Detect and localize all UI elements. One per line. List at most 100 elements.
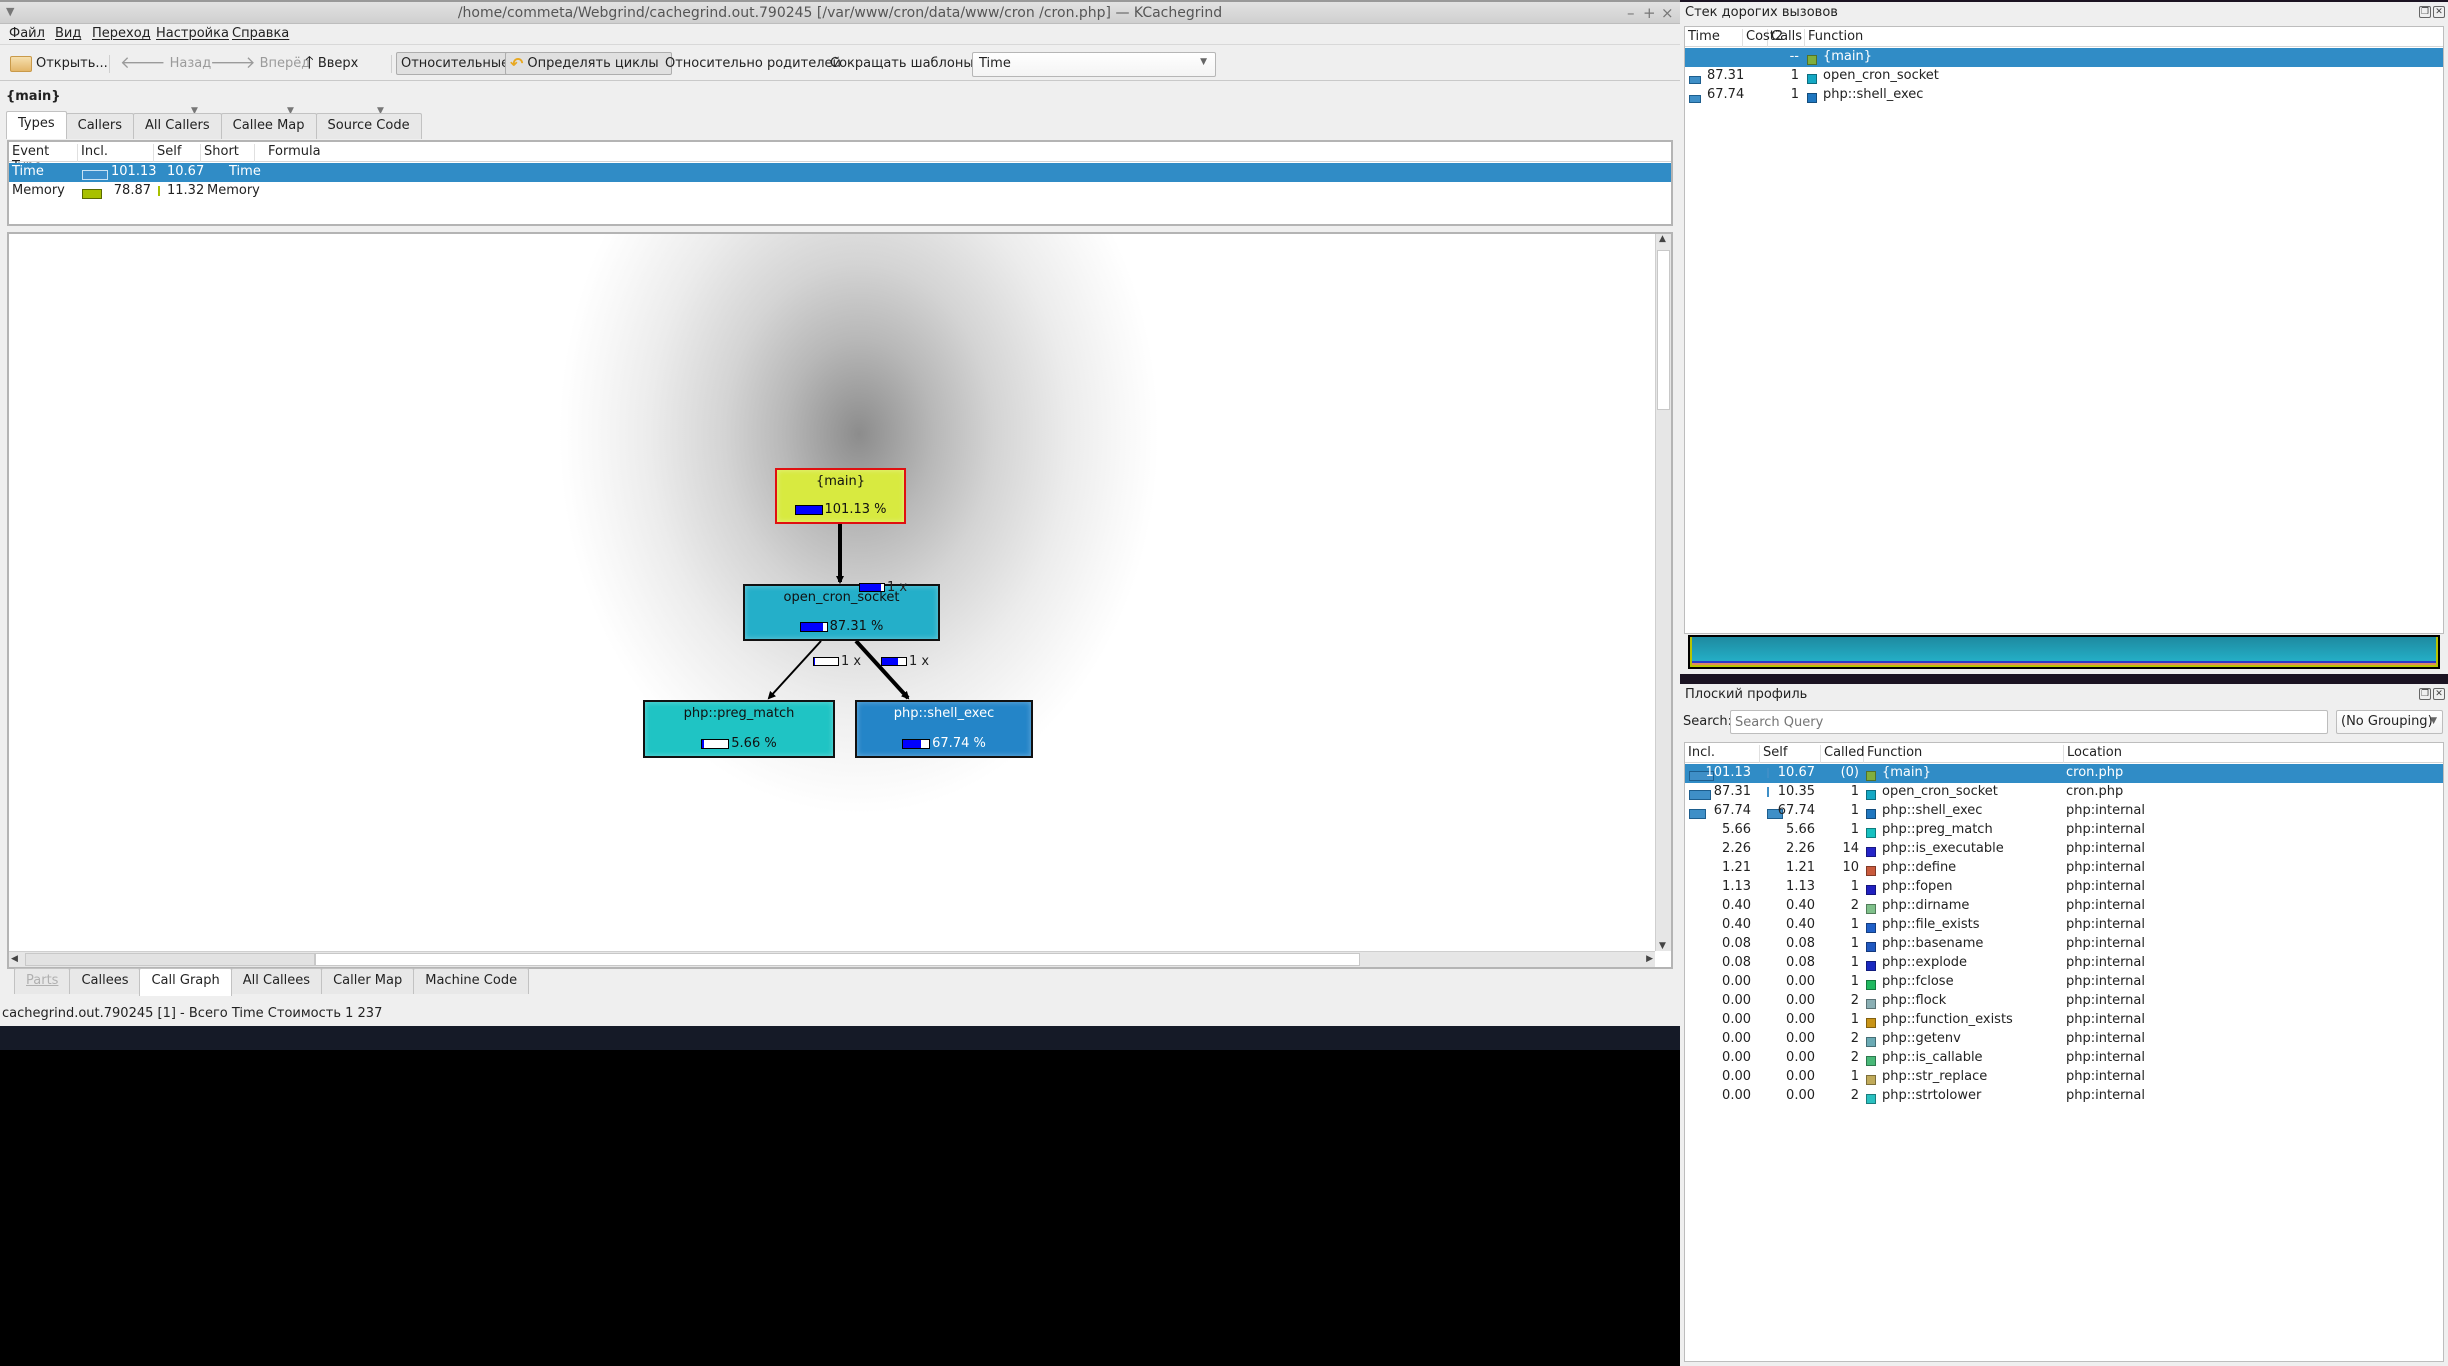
node-name: {main}	[815, 474, 866, 489]
function-color-icon	[1866, 1034, 1876, 1049]
column-header-called[interactable]: Called	[1821, 745, 1865, 763]
table-row[interactable]: 0.00 0.00 1 php::str_replace php:internal	[1685, 1068, 2443, 1087]
column-header-short[interactable]: Short	[201, 144, 255, 162]
tab-source-code[interactable]: Source Code	[315, 113, 422, 139]
table-row[interactable]: 67.74 67.74 1 php::shell_exec php:internal	[1685, 802, 2443, 821]
event-type-select[interactable]: Time ▼	[972, 52, 1216, 77]
tab-callers[interactable]: Callers	[65, 113, 135, 139]
table-row[interactable]: 0.08 0.08 1 php::explode php:internal	[1685, 954, 2443, 973]
table-row[interactable]: 101.13 10.67 (0) {main} cron.php	[1685, 764, 2443, 783]
back-button[interactable]: 🡐 Назад	[116, 52, 215, 75]
graph-node-open-cron-socket[interactable]: open_cron_socket 87.31 %	[743, 584, 940, 641]
relative-toggle[interactable]: Относительные	[396, 52, 515, 75]
table-row[interactable]: -- {main}	[1685, 48, 2443, 67]
close-dock-icon[interactable]: ✕	[2433, 6, 2445, 18]
column-header-self[interactable]: Self	[154, 144, 201, 162]
relative-parent-toggle[interactable]: Относительно родителей	[661, 52, 845, 75]
vertical-scrollbar[interactable]: ▲ ▼	[1655, 234, 1671, 951]
tab-all-callers[interactable]: All Callers	[133, 113, 222, 139]
scroll-down-icon[interactable]: ▼	[1659, 941, 1666, 951]
column-header-function[interactable]: Function	[1805, 29, 2445, 47]
table-row[interactable]: 0.00 0.00 2 php::getenv php:internal	[1685, 1030, 2443, 1049]
column-header-incl[interactable]: Incl.	[1685, 745, 1760, 763]
table-row[interactable]: 5.66 5.66 1 php::preg_match php:internal	[1685, 821, 2443, 840]
tab-types[interactable]: Types	[6, 111, 67, 139]
horizontal-scroll-track-left[interactable]	[25, 953, 315, 966]
table-row[interactable]: 2.26 2.26 14 php::is_executable php:internal	[1685, 840, 2443, 859]
scroll-right-icon[interactable]: ▶	[1646, 954, 1653, 964]
menu-go[interactable]: Переход	[92, 26, 151, 41]
called-value: 2	[1850, 1031, 1859, 1046]
cycle-detection-toggle[interactable]: ↶ Определять циклы	[505, 52, 672, 75]
column-header-cost2[interactable]: Cost2	[1743, 29, 1783, 47]
tab-machine-code[interactable]: Machine Code	[413, 968, 530, 994]
minimize-button[interactable]: –	[1627, 4, 1635, 22]
maximize-button[interactable]: +	[1643, 4, 1656, 22]
open-button[interactable]: Открыть...	[6, 52, 112, 75]
graph-node-main[interactable]: {main} 101.13 %	[775, 468, 906, 524]
map-rect-open-cron-socket[interactable]	[1692, 637, 2436, 661]
table-row[interactable]: 0.08 0.08 1 php::basename php:internal	[1685, 935, 2443, 954]
table-row[interactable]: 0.00 0.00 2 php::is_callable php:internal	[1685, 1049, 2443, 1068]
graph-edge-open-cron-socket-to-shell-exec[interactable]	[854, 639, 910, 700]
shorten-templates-toggle[interactable]: Сокращать шаблоны	[826, 52, 978, 75]
tab-parts[interactable]: Parts	[14, 968, 71, 994]
table-row[interactable]: 0.00 0.00 2 php::strtolower php:internal	[1685, 1087, 2443, 1106]
forward-button[interactable]: 🡒 Вперёд	[206, 52, 314, 75]
column-header-calls[interactable]: Calls	[1768, 29, 1805, 47]
graph-node-shell-exec[interactable]: php::shell_exec 67.74 %	[855, 700, 1033, 758]
tab-callees[interactable]: Callees	[69, 968, 141, 994]
up-button[interactable]: 🡑 Вверх	[301, 52, 362, 75]
table-row[interactable]: 87.31 1 open_cron_socket	[1685, 67, 2443, 86]
tab-callee-map[interactable]: Callee Map	[220, 113, 317, 139]
graph-edge-label[interactable]: 1 x	[881, 654, 929, 669]
graph-edge-label[interactable]: 1 x	[813, 654, 861, 669]
float-dock-icon[interactable]: ❐	[2419, 688, 2431, 700]
column-header-event-type[interactable]: Event Type	[9, 144, 78, 174]
column-header-incl[interactable]: Incl.	[78, 144, 154, 162]
grouping-select[interactable]: (No Grouping) ▼	[2336, 710, 2443, 734]
scroll-left-icon[interactable]: ◀	[11, 954, 18, 964]
table-row[interactable]: 0.00 0.00 1 php::function_exists php:interna…	[1685, 1011, 2443, 1030]
tab-all-callees[interactable]: All Callees	[230, 968, 323, 994]
callee-map-preview[interactable]	[1688, 635, 2440, 669]
table-row[interactable]: 0.00 0.00 2 php::flock php:internal	[1685, 992, 2443, 1011]
menu-file[interactable]: Файл	[9, 26, 45, 41]
title-bar[interactable]: ▼ /home/commeta/Webgrind/cachegrind.out.…	[0, 0, 1680, 24]
table-row[interactable]: 0.00 0.00 1 php::fclose php:internal	[1685, 973, 2443, 992]
table-row[interactable]: 1.13 1.13 1 php::fopen php:internal	[1685, 878, 2443, 897]
incl-value: 1.21	[1722, 860, 1751, 875]
grouping-value: (No Grouping)	[2341, 714, 2433, 729]
table-row[interactable]: 67.74 1 php::shell_exec	[1685, 86, 2443, 105]
menu-help[interactable]: Справка	[232, 26, 289, 41]
column-header-time[interactable]: Time	[1685, 29, 1743, 47]
column-header-self[interactable]: Self	[1760, 745, 1821, 763]
float-dock-icon[interactable]: ❐	[2419, 6, 2431, 18]
graph-edge-label[interactable]: 1 x	[859, 580, 907, 595]
graph-node-preg-match[interactable]: php::preg_match 5.66 %	[643, 700, 835, 758]
close-dock-icon[interactable]: ✕	[2433, 688, 2445, 700]
table-row[interactable]: 87.31 10.35 1 open_cron_socket cron.php	[1685, 783, 2443, 802]
table-row[interactable]: 0.40 0.40 1 php::file_exists php:internal	[1685, 916, 2443, 935]
column-header-formula[interactable]: Formula	[265, 144, 1465, 162]
location-value: php:internal	[2066, 955, 2146, 970]
column-header-location[interactable]: Location	[2064, 745, 2445, 763]
vertical-scroll-thumb[interactable]	[1657, 250, 1670, 410]
table-row[interactable]: Memory 78.87 11.32 Memory	[9, 182, 1671, 201]
horizontal-scrollbar[interactable]: ◀ ▶	[9, 951, 1655, 967]
table-row[interactable]: 0.40 0.40 2 php::dirname php:internal	[1685, 897, 2443, 916]
column-header-function[interactable]: Function	[1864, 745, 2064, 763]
tab-call-graph[interactable]: Call Graph	[139, 968, 232, 996]
scroll-up-icon[interactable]: ▲	[1659, 234, 1666, 244]
called-value: 1	[1850, 936, 1859, 951]
graph-edge-open-cron-socket-to-preg-match[interactable]	[767, 640, 822, 700]
table-row[interactable]: 1.21 1.21 10 php::define php:internal	[1685, 859, 2443, 878]
menu-settings[interactable]: Настройка	[156, 26, 229, 41]
horizontal-scroll-thumb[interactable]	[315, 953, 1360, 966]
call-graph-view[interactable]: {main} 101.13 % open_cron_socket 87.31 %…	[7, 232, 1673, 969]
menu-view[interactable]: Вид	[55, 26, 81, 41]
tab-caller-map[interactable]: Caller Map	[321, 968, 415, 994]
table-row[interactable]: Time 101.13 10.67 Time	[9, 163, 1671, 182]
close-button[interactable]: ×	[1661, 4, 1674, 22]
search-input[interactable]	[1730, 710, 2328, 734]
